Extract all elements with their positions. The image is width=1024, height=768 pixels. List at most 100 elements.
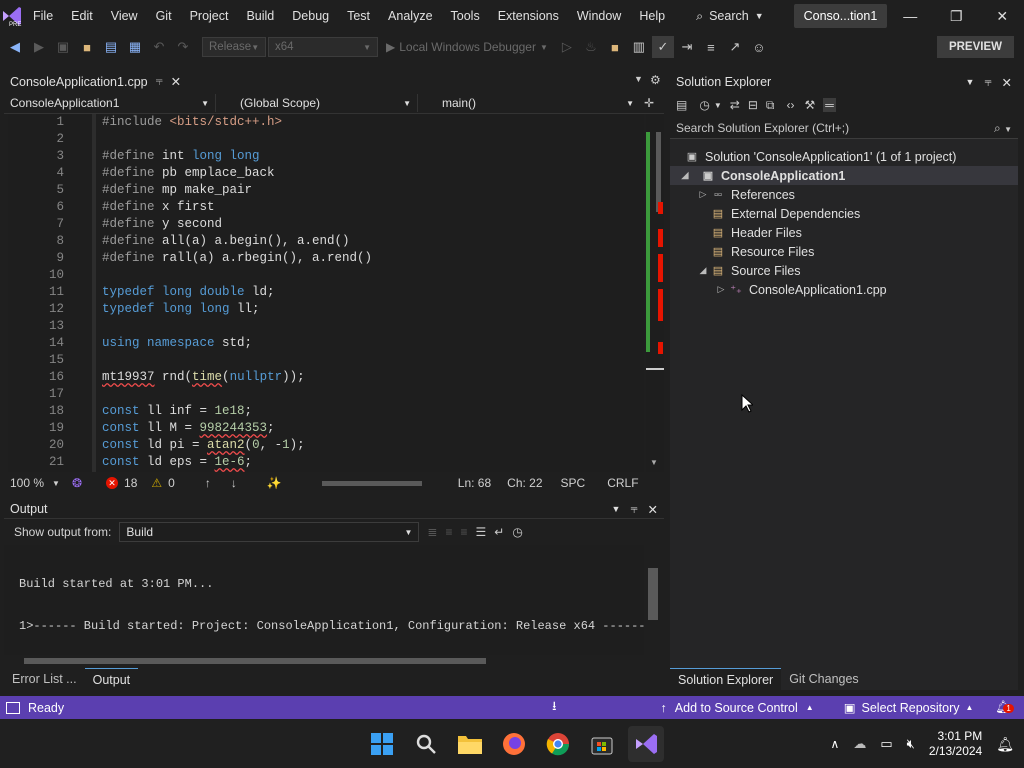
tab-settings-gear-icon[interactable]: ⚙ bbox=[650, 73, 661, 87]
solution-explorer-search[interactable]: Search Solution Explorer (Ctrl+;) ⌕ ▼ bbox=[670, 118, 1018, 139]
scroll-down-icon[interactable]: ▼ bbox=[650, 458, 658, 467]
code-editor[interactable]: 1 #include <bits/stdc++.h> 2 3 #define int… bbox=[8, 114, 644, 472]
pin-icon[interactable]: ⫧ bbox=[156, 74, 163, 89]
menu-extensions[interactable]: Extensions bbox=[489, 0, 568, 32]
warning-count[interactable]: ⚠ 0 bbox=[151, 476, 174, 490]
tree-source-files-node[interactable]: ◢ ▤ Source Files bbox=[670, 261, 1018, 280]
add-to-source-control[interactable]: ↑ Add to Source Control ▲ bbox=[661, 701, 814, 715]
platform-select[interactable]: x64 ▼ bbox=[268, 37, 378, 57]
redo-icon[interactable]: ↷ bbox=[172, 36, 194, 58]
tree-header-files-node[interactable]: ▤ Header Files bbox=[670, 223, 1018, 242]
tree-resource-files-node[interactable]: ▤ Resource Files bbox=[670, 242, 1018, 261]
clear-all-icon[interactable]: ☰ bbox=[475, 525, 486, 539]
output-horizontal-scrollbar[interactable] bbox=[10, 655, 640, 667]
notifications-bell-icon[interactable]: 🔔︎1 bbox=[995, 700, 1014, 715]
se-close-icon[interactable]: ✕ bbox=[1002, 75, 1012, 90]
global-scope-select[interactable]: (Global Scope) ▼ bbox=[216, 94, 418, 112]
preview-selected-icon[interactable]: ═ bbox=[823, 98, 836, 112]
tree-external-dependencies-node[interactable]: ▤ External Dependencies bbox=[670, 204, 1018, 223]
feedback-icon[interactable]: ☺ bbox=[748, 36, 770, 58]
layout-icon[interactable]: ▥ bbox=[628, 36, 650, 58]
tab-list-chevron-icon[interactable]: ▼ bbox=[634, 74, 643, 84]
volume-muted-icon[interactable]: 🔇︎ bbox=[907, 736, 915, 752]
error-count[interactable]: ✕ 18 bbox=[106, 476, 137, 490]
editor-vertical-scrollbar[interactable]: ▼ bbox=[646, 114, 664, 472]
timestamp-icon[interactable]: ◷ bbox=[512, 525, 522, 539]
word-wrap-icon[interactable]: ↵ bbox=[494, 525, 504, 539]
expanded-arrow-icon[interactable]: ◢ bbox=[696, 265, 710, 276]
se-pin-icon[interactable]: ⫧ bbox=[984, 75, 991, 90]
visual-studio-taskbar-icon[interactable] bbox=[628, 726, 664, 762]
cleanup-icon[interactable]: ✨ bbox=[267, 476, 282, 490]
sync-icon[interactable]: ⇄ bbox=[730, 98, 740, 112]
tab-output[interactable]: Output bbox=[84, 667, 139, 691]
output-source-select[interactable]: Build ▼ bbox=[119, 522, 420, 542]
menu-edit[interactable]: Edit bbox=[62, 0, 102, 32]
menu-project[interactable]: Project bbox=[181, 0, 238, 32]
menu-test[interactable]: Test bbox=[338, 0, 379, 32]
windows-start-icon[interactable] bbox=[364, 726, 400, 762]
close-tab-icon[interactable]: ✕ bbox=[171, 74, 181, 89]
output-close-icon[interactable]: ✕ bbox=[648, 502, 658, 517]
column-indicator[interactable]: Ch: 22 bbox=[507, 476, 542, 490]
line-ending-indicator[interactable]: CRLF bbox=[607, 476, 638, 490]
open-folder-icon[interactable]: ■ bbox=[76, 36, 98, 58]
save-icon[interactable]: ▤ bbox=[100, 36, 122, 58]
goto-message-icon[interactable]: ≣ bbox=[427, 525, 437, 539]
share-icon[interactable]: ↗ bbox=[724, 36, 746, 58]
properties-wrench-icon[interactable]: ⚒ bbox=[804, 98, 815, 112]
taskbar-clock[interactable]: 3:01 PM 2/13/2024 bbox=[929, 729, 982, 759]
h-scrollbar[interactable] bbox=[312, 478, 442, 488]
show-all-files-icon[interactable]: ⧉ bbox=[766, 98, 775, 113]
file-tab[interactable]: ConsoleApplication1.cpp ⫧ ✕ bbox=[4, 70, 188, 95]
next-issue-icon[interactable]: ↓ bbox=[231, 476, 237, 490]
minimize-button[interactable]: — bbox=[887, 0, 933, 32]
select-repository[interactable]: ▣ Select Repository ▲ bbox=[844, 700, 974, 716]
menu-debug[interactable]: Debug bbox=[283, 0, 338, 32]
tree-cpp-file-node[interactable]: ▷ ⁺₊ ConsoleApplication1.cpp bbox=[670, 280, 1018, 299]
menu-help[interactable]: Help bbox=[630, 0, 674, 32]
tree-references-node[interactable]: ▷ ▫▫ References bbox=[670, 185, 1018, 204]
restore-button[interactable]: ❐ bbox=[933, 0, 979, 32]
solution-folder-icon[interactable]: ■ bbox=[604, 36, 626, 58]
view-code-icon[interactable]: ‹› bbox=[786, 98, 794, 112]
tab-solution-explorer[interactable]: Solution Explorer bbox=[670, 668, 782, 690]
scroll-thumb[interactable] bbox=[656, 132, 661, 212]
project-scope-select[interactable]: ConsoleApplication1 ▼ bbox=[4, 94, 216, 112]
file-explorer-icon[interactable] bbox=[452, 726, 488, 762]
tree-solution-node[interactable]: ▣ Solution 'ConsoleApplication1' (1 of 1… bbox=[670, 147, 1018, 166]
indent-icon[interactable]: ⇥ bbox=[676, 36, 698, 58]
chrome-icon[interactable] bbox=[540, 726, 576, 762]
collapse-all-icon[interactable]: ⊟ bbox=[748, 98, 758, 112]
notification-tray-icon[interactable]: ⭳ bbox=[552, 697, 556, 718]
network-icon[interactable]: ▭ bbox=[880, 736, 892, 752]
spell-check-icon[interactable]: ✓ bbox=[651, 36, 674, 58]
tree-project-node[interactable]: ◢ ▣ ConsoleApplication1 bbox=[670, 166, 1018, 185]
undo-icon[interactable]: ↶ bbox=[148, 36, 170, 58]
tab-git-changes[interactable]: Git Changes bbox=[781, 668, 866, 690]
menu-window[interactable]: Window bbox=[568, 0, 630, 32]
output-text[interactable]: Build started at 3:01 PM... 1>------ Bui… bbox=[4, 545, 646, 655]
split-icon[interactable]: ✛ bbox=[644, 96, 654, 110]
line-indicator[interactable]: Ln: 68 bbox=[458, 476, 491, 490]
menu-git[interactable]: Git bbox=[147, 0, 181, 32]
close-window-button[interactable]: ✕ bbox=[979, 0, 1024, 32]
menu-analyze[interactable]: Analyze bbox=[379, 0, 441, 32]
collapsed-arrow-icon[interactable]: ▷ bbox=[714, 284, 728, 295]
new-project-icon[interactable]: ▣ bbox=[52, 36, 74, 58]
tab-error-list[interactable]: Error List ... bbox=[4, 668, 85, 690]
notification-center-bell-icon[interactable]: 🔔︎ bbox=[996, 736, 1014, 753]
output-vertical-scrollbar[interactable] bbox=[646, 548, 660, 652]
preview-button[interactable]: PREVIEW bbox=[936, 36, 1014, 58]
menu-view[interactable]: View bbox=[102, 0, 147, 32]
pending-changes-filter-icon[interactable]: ◷ bbox=[699, 98, 709, 112]
search-button[interactable]: ⌕ Search ▼ bbox=[688, 9, 772, 24]
indent-indicator[interactable]: SPC bbox=[561, 476, 586, 490]
previous-issue-icon[interactable]: ↑ bbox=[205, 476, 211, 490]
next-message-icon[interactable]: ≡ bbox=[460, 525, 467, 539]
back-icon[interactable]: ◀ bbox=[4, 36, 26, 58]
solution-title-badge[interactable]: Conso...tion1 bbox=[793, 4, 888, 28]
cloud-icon[interactable]: ☁ bbox=[853, 736, 866, 752]
firefox-icon[interactable] bbox=[496, 726, 532, 762]
zoom-select[interactable]: 100 % ▼ bbox=[4, 476, 66, 490]
